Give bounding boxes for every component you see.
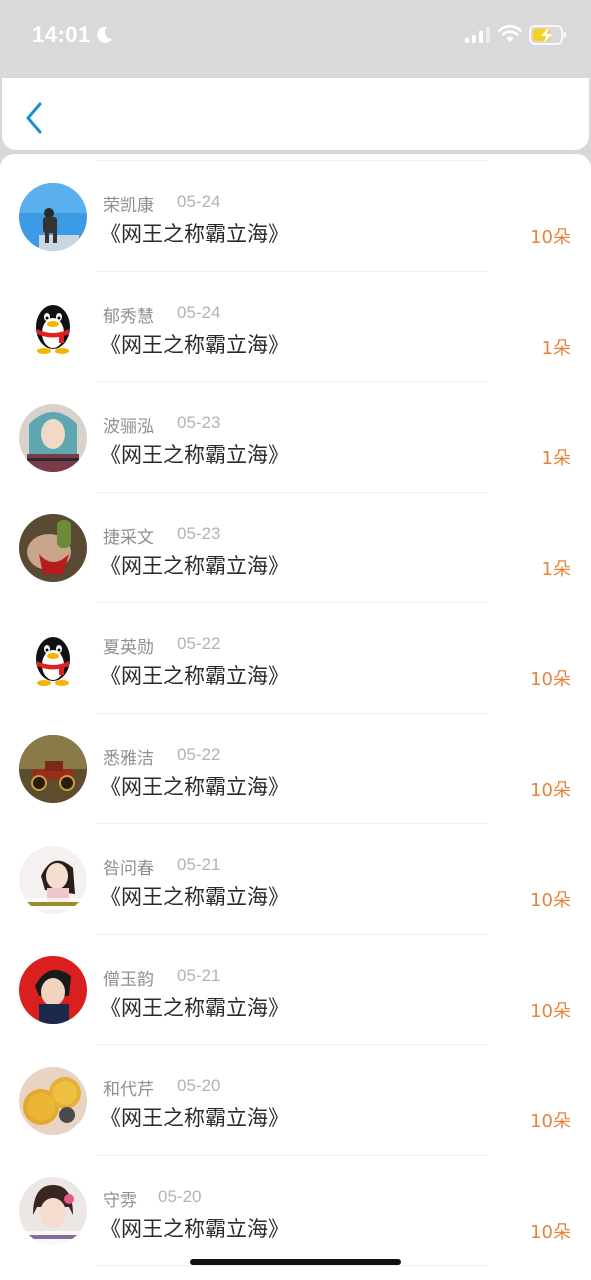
home-indicator[interactable] bbox=[190, 1259, 401, 1265]
avatar[interactable] bbox=[19, 625, 87, 693]
avatar[interactable] bbox=[19, 404, 87, 472]
chevron-left-icon bbox=[26, 102, 42, 134]
send-date: 05-20 bbox=[158, 1187, 202, 1206]
gift-amount: 10朵 bbox=[530, 890, 571, 911]
sender-name: 咎问春 bbox=[103, 859, 154, 879]
divider bbox=[96, 1265, 488, 1266]
status-time: 14:01 bbox=[32, 22, 91, 47]
list-item[interactable]: 夏英勋 05-22 《网王之称霸立海》 10朵 bbox=[0, 602, 591, 712]
avatar[interactable] bbox=[19, 1067, 87, 1135]
send-date: 05-21 bbox=[177, 966, 221, 985]
gift-amount: 1朵 bbox=[541, 338, 571, 359]
book-title: 《网王之称霸立海》 bbox=[100, 996, 289, 1020]
book-title: 《网王之称霸立海》 bbox=[100, 885, 289, 909]
book-title: 《网王之称霸立海》 bbox=[100, 443, 289, 467]
list-item[interactable]: 咎问春 05-21 《网王之称霸立海》 10朵 bbox=[0, 823, 591, 933]
gift-amount: 10朵 bbox=[530, 227, 571, 248]
wifi-icon bbox=[498, 24, 522, 42]
avatar[interactable] bbox=[19, 514, 87, 582]
send-date: 05-23 bbox=[177, 524, 221, 543]
gift-amount: 1朵 bbox=[541, 448, 571, 469]
nav-bar bbox=[2, 78, 589, 150]
send-date: 05-23 bbox=[177, 413, 221, 432]
send-date: 05-22 bbox=[177, 634, 221, 653]
book-title: 《网王之称霸立海》 bbox=[100, 664, 289, 688]
sender-name: 郁秀慧 bbox=[103, 307, 154, 327]
book-title: 《网王之称霸立海》 bbox=[100, 775, 289, 799]
list-item[interactable]: 和代芹 05-20 《网王之称霸立海》 10朵 bbox=[0, 1044, 591, 1154]
book-title: 《网王之称霸立海》 bbox=[100, 1106, 289, 1130]
list-item[interactable]: 捷采文 05-23 《网王之称霸立海》 1朵 bbox=[0, 492, 591, 602]
list-item[interactable]: 僧玉韵 05-21 《网王之称霸立海》 10朵 bbox=[0, 934, 591, 1044]
gift-amount: 10朵 bbox=[530, 1111, 571, 1132]
sender-name: 守雰 bbox=[103, 1191, 137, 1211]
sender-name: 捷采文 bbox=[103, 528, 154, 548]
battery-charging-icon bbox=[529, 25, 566, 45]
book-title: 《网王之称霸立海》 bbox=[100, 1217, 289, 1241]
status-bar: 14:01 bbox=[0, 0, 591, 76]
cellular-signal-icon bbox=[465, 27, 490, 43]
sender-name: 和代芹 bbox=[103, 1080, 154, 1100]
sender-name: 波骊泓 bbox=[103, 417, 154, 437]
send-date: 05-21 bbox=[177, 855, 221, 874]
send-date: 05-20 bbox=[177, 1076, 221, 1095]
book-title: 《网王之称霸立海》 bbox=[100, 333, 289, 357]
gift-amount: 10朵 bbox=[530, 780, 571, 801]
gift-amount: 10朵 bbox=[530, 1222, 571, 1243]
gift-amount: 1朵 bbox=[541, 559, 571, 580]
gift-list: 荣凯康 05-24 《网王之称霸立海》 10朵 郁秀慧 05-24 《网王之称霸… bbox=[0, 154, 591, 1280]
book-title: 《网王之称霸立海》 bbox=[100, 222, 289, 246]
gift-amount: 10朵 bbox=[530, 669, 571, 690]
list-item[interactable]: 悉雅洁 05-22 《网王之称霸立海》 10朵 bbox=[0, 713, 591, 823]
list-item[interactable]: 波骊泓 05-23 《网王之称霸立海》 1朵 bbox=[0, 381, 591, 491]
send-date: 05-24 bbox=[177, 303, 221, 322]
list-item[interactable]: 守雰 05-20 《网王之称霸立海》 10朵 bbox=[0, 1155, 591, 1265]
avatar[interactable] bbox=[19, 735, 87, 803]
avatar[interactable] bbox=[19, 956, 87, 1024]
send-date: 05-22 bbox=[177, 745, 221, 764]
list-item[interactable]: 郁秀慧 05-24 《网王之称霸立海》 1朵 bbox=[0, 271, 591, 381]
moon-icon bbox=[97, 26, 112, 43]
avatar[interactable] bbox=[19, 1177, 87, 1245]
list-item[interactable]: 荣凯康 05-24 《网王之称霸立海》 10朵 bbox=[0, 160, 591, 270]
gift-amount: 10朵 bbox=[530, 1001, 571, 1022]
avatar[interactable] bbox=[19, 183, 87, 251]
back-button[interactable] bbox=[16, 98, 52, 138]
avatar[interactable] bbox=[19, 293, 87, 361]
book-title: 《网王之称霸立海》 bbox=[100, 554, 289, 578]
sender-name: 荣凯康 bbox=[103, 196, 154, 216]
send-date: 05-24 bbox=[177, 192, 221, 211]
sender-name: 僧玉韵 bbox=[103, 970, 154, 990]
sender-name: 悉雅洁 bbox=[103, 749, 154, 769]
sender-name: 夏英勋 bbox=[103, 638, 154, 658]
avatar[interactable] bbox=[19, 846, 87, 914]
